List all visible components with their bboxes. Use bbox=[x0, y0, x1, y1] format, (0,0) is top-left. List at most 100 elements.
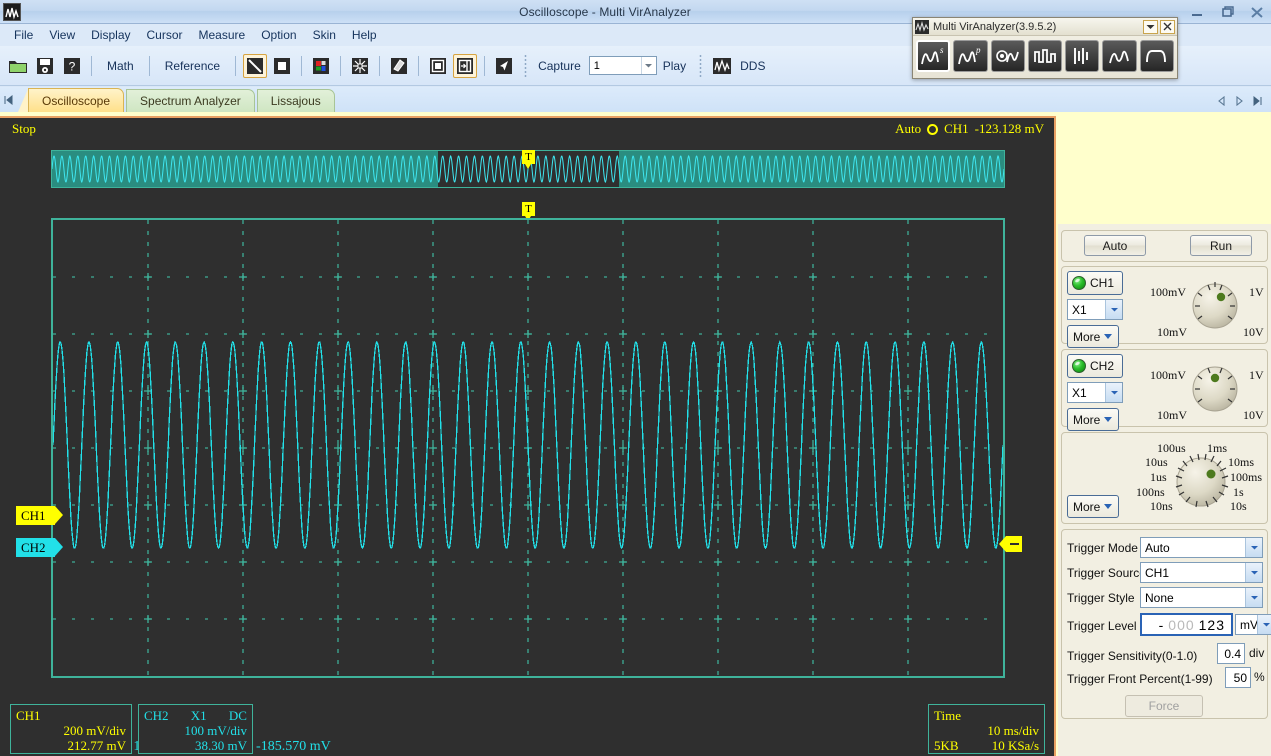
oscilloscope-application: Oscilloscope - Multi VirAnalyzer File Vi… bbox=[0, 0, 1271, 756]
ch2-more-button[interactable]: More bbox=[1067, 408, 1119, 431]
ch1-probe-combo[interactable]: X1 bbox=[1067, 299, 1123, 320]
arrow-cursor-icon[interactable] bbox=[492, 54, 516, 78]
overview-trigger-marker[interactable]: T bbox=[522, 150, 535, 169]
trigger-front-percent-input[interactable]: 50 bbox=[1225, 667, 1251, 688]
chevron-down-icon bbox=[1104, 334, 1113, 339]
nav-last-icon[interactable] bbox=[1249, 90, 1265, 112]
timebase-label-10us: 10us bbox=[1145, 455, 1168, 469]
chevron-down-icon[interactable] bbox=[1245, 563, 1262, 582]
dds-waveform-icon[interactable] bbox=[710, 54, 734, 78]
ch1-position-marker[interactable]: CH1 bbox=[16, 506, 63, 525]
floating-window-title: Multi VirAnalyzer(3.9.5.2) bbox=[933, 20, 1057, 33]
nav-prev-icon[interactable] bbox=[1213, 90, 1229, 112]
menu-cursor[interactable]: Cursor bbox=[139, 26, 191, 44]
trigger-style-combo[interactable]: None bbox=[1140, 587, 1263, 608]
nav-first-icon[interactable] bbox=[0, 88, 16, 112]
trigger-level-input[interactable]: - 000 123 bbox=[1140, 613, 1233, 636]
tab-spectrum-analyzer[interactable]: Spectrum Analyzer bbox=[126, 89, 255, 112]
logic-analyzer-icon[interactable] bbox=[1027, 40, 1063, 72]
menu-display[interactable]: Display bbox=[83, 26, 138, 44]
trigger-sensitivity-unit: div bbox=[1249, 646, 1265, 660]
chevron-down-icon[interactable] bbox=[640, 57, 656, 74]
toolbar-separator bbox=[235, 55, 237, 76]
ch1-enable-button[interactable]: CH1 bbox=[1067, 271, 1123, 295]
chevron-down-icon[interactable] bbox=[1105, 383, 1122, 402]
ch2-volts-knob[interactable] bbox=[1184, 358, 1246, 420]
capture-count-combo[interactable]: 1 bbox=[588, 56, 657, 75]
chevron-down-icon[interactable] bbox=[1105, 300, 1122, 319]
data-recorder-icon[interactable] bbox=[1102, 40, 1137, 72]
ch2-position-marker[interactable]: CH2 bbox=[16, 538, 63, 557]
ch2-info-box[interactable]: CH2 X1 DC 100 mV/div 38.30 mV bbox=[138, 704, 253, 754]
nav-next-icon[interactable] bbox=[1231, 90, 1247, 112]
menu-measure[interactable]: Measure bbox=[191, 26, 254, 44]
ch2-knob-label-100mv: 100mV bbox=[1150, 368, 1186, 382]
side-panel-icon[interactable] bbox=[453, 53, 478, 78]
timebase-control-group: More 100us 1ms 10us 10ms 1us 100ms 100ns… bbox=[1061, 432, 1268, 524]
ch2-info-coupling: DC bbox=[228, 708, 247, 723]
chevron-down-icon[interactable] bbox=[1257, 615, 1271, 634]
scope-record-icon[interactable] bbox=[990, 40, 1025, 72]
ch2-knob-label-10mv: 10mV bbox=[1157, 408, 1187, 422]
spectrum-icon[interactable] bbox=[1065, 40, 1100, 72]
force-trigger-button[interactable]: Force bbox=[1125, 695, 1203, 717]
trigger-mode-readout: Auto bbox=[895, 121, 922, 136]
timebase-more-button[interactable]: More bbox=[1067, 495, 1119, 518]
run-button[interactable]: Run bbox=[1190, 235, 1252, 256]
math-button[interactable]: Math bbox=[99, 56, 142, 76]
menu-file[interactable]: File bbox=[6, 26, 41, 44]
scope-s-icon[interactable]: s bbox=[916, 40, 951, 72]
auto-button[interactable]: Auto bbox=[1084, 235, 1146, 256]
trigger-mode-combo[interactable]: Auto bbox=[1140, 537, 1263, 558]
trigger-level-dim-digits: 000 bbox=[1168, 616, 1195, 633]
scope-status-row: Stop Auto CH1 -123.128 mV bbox=[0, 118, 1056, 140]
open-folder-icon[interactable] bbox=[6, 54, 30, 78]
tab-slant bbox=[18, 89, 28, 112]
screen-icon[interactable] bbox=[426, 54, 450, 78]
layers-icon[interactable] bbox=[387, 54, 411, 78]
reference-button[interactable]: Reference bbox=[157, 56, 228, 76]
dds-label: DDS bbox=[740, 58, 766, 73]
trigger-source-combo[interactable]: CH1 bbox=[1140, 562, 1263, 583]
tab-lissajous[interactable]: Lissajous bbox=[256, 89, 335, 112]
trigger-level-marker[interactable] bbox=[999, 536, 1022, 552]
trigger-sensitivity-input[interactable]: 0.4 bbox=[1217, 643, 1245, 664]
floating-toolbox-window[interactable]: Multi VirAnalyzer(3.9.5.2) s p bbox=[912, 17, 1178, 79]
close-icon[interactable] bbox=[1160, 19, 1175, 34]
chevron-down-icon[interactable] bbox=[1245, 538, 1262, 557]
starburst-icon[interactable] bbox=[348, 54, 372, 78]
capture-label: Capture bbox=[538, 58, 581, 73]
trigger-mode-value: Auto bbox=[1145, 540, 1170, 555]
timebase-knob[interactable] bbox=[1166, 447, 1236, 517]
trigger-level-label: Trigger Level bbox=[1067, 619, 1137, 633]
scope-p-icon[interactable]: p bbox=[953, 40, 988, 72]
menu-view[interactable]: View bbox=[41, 26, 83, 44]
ch1-info-box[interactable]: CH1 200 mV/div 212.77 mV bbox=[10, 704, 132, 754]
help-icon[interactable]: ? bbox=[60, 54, 84, 78]
minimize-icon[interactable] bbox=[1189, 4, 1205, 20]
menu-help[interactable]: Help bbox=[344, 26, 385, 44]
play-label[interactable]: Play bbox=[663, 59, 686, 73]
ch2-info-scale: 100 mV/div bbox=[184, 723, 247, 738]
filled-square-icon[interactable] bbox=[270, 54, 294, 78]
ch1-volts-knob[interactable] bbox=[1184, 275, 1246, 337]
diagonal-line-icon[interactable] bbox=[243, 53, 268, 78]
graticule[interactable] bbox=[51, 218, 1005, 678]
graticule-trigger-marker[interactable]: T bbox=[522, 202, 535, 221]
trigger-level-unit-combo[interactable]: mV bbox=[1235, 614, 1271, 635]
time-info-name: Time bbox=[934, 708, 961, 723]
chevron-down-icon[interactable] bbox=[1143, 19, 1158, 34]
signal-generator-icon[interactable] bbox=[1139, 40, 1175, 72]
menu-option[interactable]: Option bbox=[253, 26, 304, 44]
chevron-down-icon[interactable] bbox=[1245, 588, 1262, 607]
ch1-more-button[interactable]: More bbox=[1067, 325, 1119, 348]
tab-oscilloscope[interactable]: Oscilloscope bbox=[28, 88, 125, 112]
color-palette-icon[interactable] bbox=[309, 54, 333, 78]
time-info-box[interactable]: Time 10 ms/div 5KB 10 KSa/s bbox=[928, 704, 1045, 754]
restore-icon[interactable] bbox=[1219, 4, 1235, 20]
close-icon[interactable] bbox=[1249, 4, 1265, 20]
menu-skin[interactable]: Skin bbox=[305, 26, 344, 44]
ch2-enable-button[interactable]: CH2 bbox=[1067, 354, 1123, 378]
save-icon[interactable] bbox=[33, 54, 57, 78]
ch2-probe-combo[interactable]: X1 bbox=[1067, 382, 1123, 403]
